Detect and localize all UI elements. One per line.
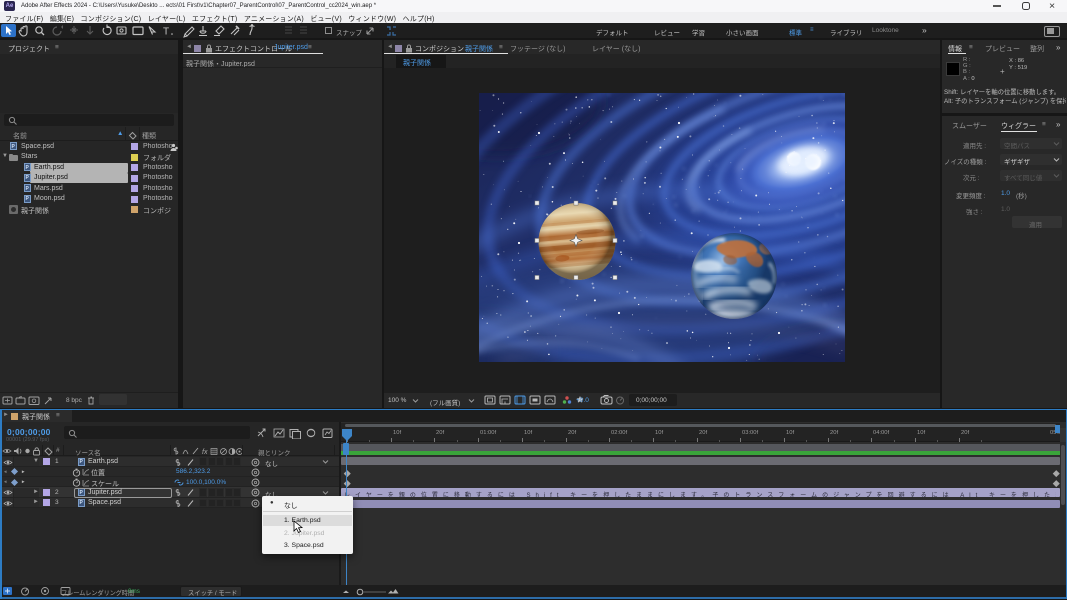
svg-text:fx: fx <box>202 449 208 456</box>
svg-text:T: T <box>163 27 169 38</box>
